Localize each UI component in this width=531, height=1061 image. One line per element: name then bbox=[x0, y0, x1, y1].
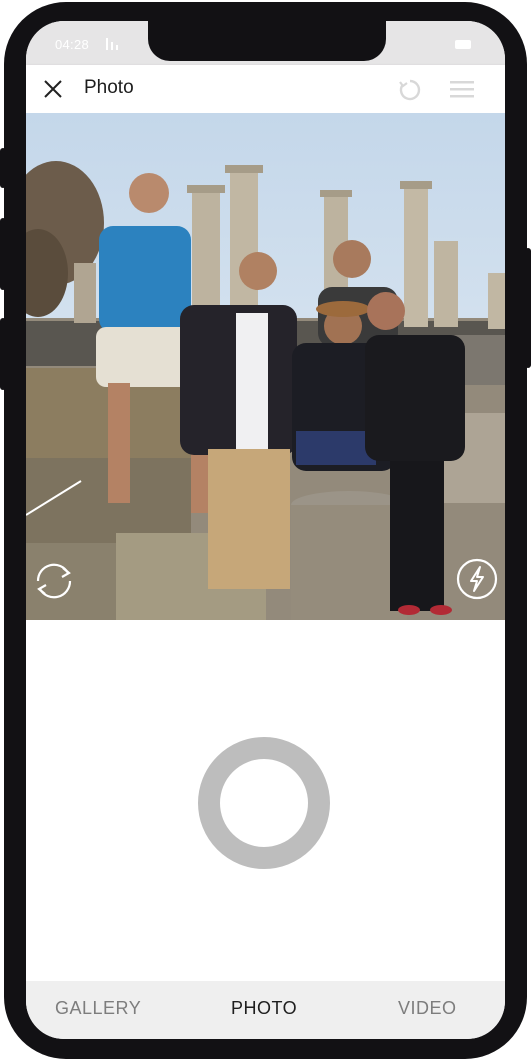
switch-camera-icon[interactable] bbox=[32, 559, 76, 603]
status-time: 04:28 bbox=[55, 37, 90, 52]
phone-side-button bbox=[525, 248, 531, 368]
menu-icon[interactable] bbox=[450, 79, 474, 99]
top-bar: Photo bbox=[26, 65, 505, 113]
mode-bar: GALLERY PHOTO VIDEO bbox=[26, 981, 505, 1039]
phone-screen: 04:28 Photo GALLERY PHOTO VIDEO bbox=[26, 21, 505, 1039]
tab-photo[interactable]: PHOTO bbox=[231, 998, 297, 1019]
flash-icon[interactable] bbox=[455, 557, 499, 601]
page-title: Photo bbox=[84, 77, 134, 98]
phone-side-button bbox=[0, 218, 6, 290]
notch bbox=[148, 21, 386, 61]
tab-gallery[interactable]: GALLERY bbox=[55, 998, 141, 1019]
phone-side-button bbox=[0, 318, 6, 390]
close-icon[interactable] bbox=[42, 78, 64, 100]
tab-video[interactable]: VIDEO bbox=[398, 998, 457, 1019]
reload-icon[interactable] bbox=[398, 78, 422, 102]
signal-icon bbox=[106, 38, 118, 50]
camera-viewfinder[interactable] bbox=[26, 113, 505, 620]
status-bar: 04:28 bbox=[26, 21, 505, 65]
shutter-button[interactable] bbox=[198, 737, 330, 869]
battery-icon bbox=[455, 40, 471, 49]
phone-side-button bbox=[0, 148, 6, 188]
viewfinder-image bbox=[26, 113, 505, 620]
